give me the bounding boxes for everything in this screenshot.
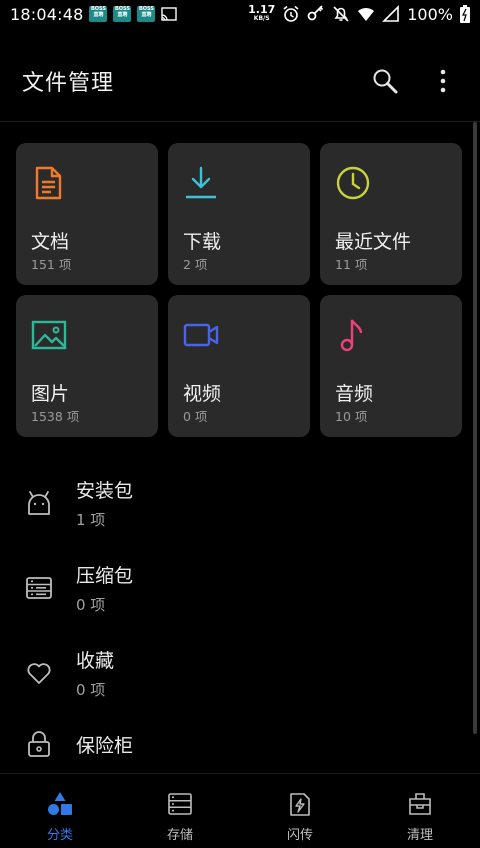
list-item-name: 压缩包 [76, 564, 134, 587]
category-tile-downloads[interactable]: 下载 2 项 [168, 143, 310, 285]
category-tile-images[interactable]: 图片 1538 项 [16, 295, 158, 437]
list-item-apk[interactable]: 安装包 1 项 [0, 460, 470, 545]
search-button[interactable] [370, 66, 400, 96]
app-notification-badge: BOSS直聘 [137, 6, 156, 22]
search-icon [373, 69, 398, 93]
app-notification-badge: BOSS直聘 [113, 6, 132, 22]
key-icon [307, 5, 324, 21]
status-time: 18:04:48 [10, 4, 84, 24]
cleanup-icon [409, 793, 431, 815]
list-item-archives[interactable]: 压缩包 0 项 [0, 545, 470, 630]
clock-icon [336, 166, 370, 200]
scrollbar[interactable] [473, 122, 477, 734]
category-tile-recent[interactable]: 最近文件 11 项 [320, 143, 462, 285]
archive-icon [26, 576, 52, 599]
nav-tab-category[interactable]: 分类 [0, 774, 120, 848]
nav-tab-label: 分类 [46, 828, 73, 843]
alarm-icon [283, 5, 299, 22]
status-bar: 18:04:48 BOSS直聘 BOSS直聘 BOSS直聘 1.17 KB/S … [0, 0, 480, 28]
signal-icon [382, 5, 400, 22]
nav-tab-flash-transfer[interactable]: 闪传 [240, 774, 360, 848]
wifi-icon [358, 7, 375, 21]
category-name: 下载 [183, 231, 222, 253]
image-icon [31, 320, 67, 350]
more-vertical-icon [440, 69, 446, 92]
list-item-name: 安装包 [76, 479, 134, 502]
music-icon [340, 319, 363, 352]
storage-icon [168, 793, 192, 815]
heart-icon [27, 662, 51, 684]
category-tile-documents[interactable]: 文档 151 项 [16, 143, 158, 285]
list-item-name: 收藏 [76, 649, 115, 672]
category-count: 2 项 [183, 257, 208, 272]
category-name: 音频 [335, 383, 374, 405]
mute-icon [333, 6, 349, 22]
category-name: 最近文件 [335, 231, 412, 253]
category-count: 0 项 [183, 409, 208, 424]
download-icon [186, 166, 216, 199]
category-list: 安装包 1 项 压缩包 0 项 收藏 0 项 保险柜 [0, 460, 470, 800]
nav-tab-label: 闪传 [286, 828, 313, 843]
category-count: 151 项 [31, 257, 72, 272]
document-icon [35, 166, 62, 200]
network-speed: 1.17 KB/S [248, 3, 276, 22]
list-item-name: 保险柜 [76, 735, 134, 757]
nav-tab-cleanup[interactable]: 清理 [360, 774, 480, 848]
category-name: 视频 [183, 383, 222, 405]
bottom-navigation: 分类 存储 闪传 清理 [0, 773, 480, 848]
category-name: 图片 [31, 383, 70, 405]
category-count: 1538 项 [31, 409, 80, 424]
category-name: 文档 [31, 231, 70, 253]
category-tile-videos[interactable]: 视频 0 项 [168, 295, 310, 437]
nav-tab-label: 存储 [166, 828, 193, 843]
battery-percent: 100% [407, 4, 453, 24]
page-title: 文件管理 [22, 70, 115, 96]
category-count: 10 项 [335, 409, 368, 424]
more-options-button[interactable] [428, 66, 458, 96]
category-grid: 文档 151 项 下载 2 项 最近文件 11 项 图片 1538 项 视频 0… [16, 143, 463, 437]
list-item-count: 0 项 [76, 680, 106, 699]
category-icon [48, 792, 72, 815]
category-count: 11 项 [335, 257, 368, 272]
battery-icon [460, 5, 470, 23]
list-item-count: 1 项 [76, 510, 106, 529]
app-notification-badge: BOSS直聘 [89, 6, 108, 22]
cast-icon [161, 7, 178, 21]
list-item-count: 0 项 [76, 595, 106, 614]
android-icon [28, 490, 50, 515]
flash-transfer-icon [290, 793, 310, 816]
nav-tab-label: 清理 [406, 828, 433, 843]
lock-icon [28, 731, 50, 757]
video-icon [183, 323, 219, 347]
nav-tab-storage[interactable]: 存储 [120, 774, 240, 848]
category-tile-audio[interactable]: 音频 10 项 [320, 295, 462, 437]
app-header: 文件管理 [0, 40, 480, 122]
list-item-favorites[interactable]: 收藏 0 项 [0, 630, 470, 715]
